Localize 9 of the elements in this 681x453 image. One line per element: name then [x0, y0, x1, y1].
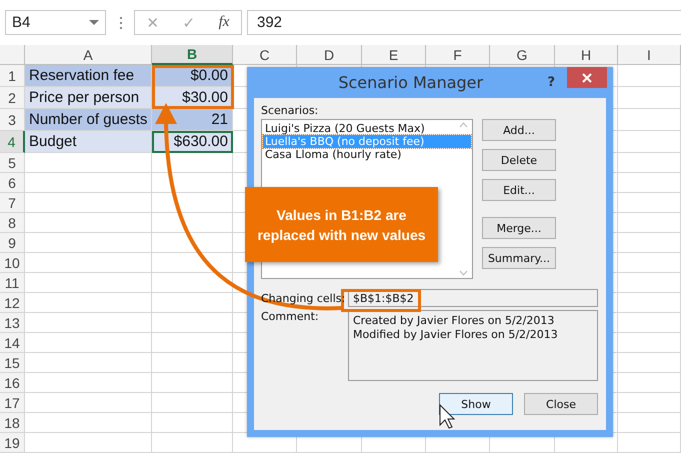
- table-cell: Number of guests: [25, 109, 152, 131]
- table-cell: Price per person: [25, 87, 152, 109]
- comment-label: Comment:: [261, 310, 320, 325]
- callout-tooltip: Values in B1:B2 are replaced with new values: [245, 187, 438, 262]
- table-cell: Reservation fee: [25, 65, 152, 87]
- scenarios-label: Scenarios:: [261, 104, 320, 117]
- table-cell: $630.00: [152, 131, 233, 153]
- dialog-title: Scenario Manager: [337, 73, 484, 92]
- table-cell: Budget: [25, 131, 152, 153]
